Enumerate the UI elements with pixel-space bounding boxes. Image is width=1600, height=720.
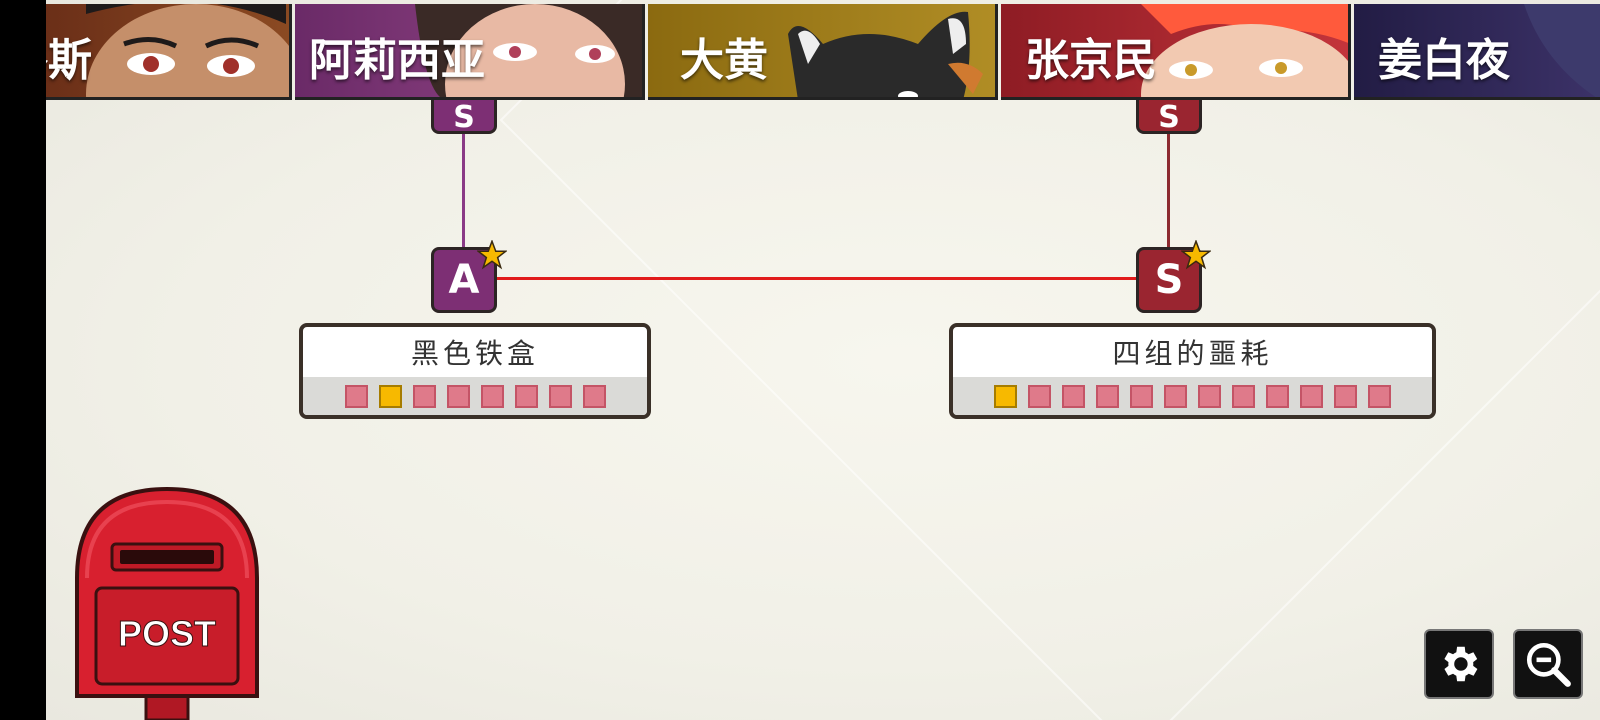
zoom-out-button[interactable] — [1513, 629, 1583, 699]
story-card-title: 四组的噩耗 — [1112, 337, 1273, 370]
progress-slot-empty — [1198, 384, 1221, 408]
star-icon — [1181, 240, 1211, 270]
progress-slots — [303, 377, 647, 415]
settings-button[interactable] — [1424, 629, 1494, 699]
progress-slot-empty — [1300, 384, 1323, 408]
character-name: 阿莉西亚 — [309, 35, 485, 86]
progress-slot-empty — [412, 384, 436, 408]
progress-slot-empty — [582, 384, 606, 408]
progress-slot-empty — [480, 384, 504, 408]
postbox-button[interactable]: POST — [72, 486, 262, 720]
progress-slot-empty — [548, 384, 572, 408]
progress-slot-filled — [994, 384, 1017, 408]
character-tab-alicia[interactable]: 阿莉西亚 — [295, 4, 645, 100]
progress-slot-empty — [1232, 384, 1255, 408]
progress-slot-empty — [1130, 384, 1153, 408]
progress-slot-empty — [1096, 384, 1119, 408]
progress-slot-filled — [378, 384, 402, 408]
progress-slot-empty — [1028, 384, 1051, 408]
character-tab-dahuang[interactable]: 大黄 — [648, 4, 998, 100]
progress-slot-empty — [1266, 384, 1289, 408]
edge-zhang — [1167, 128, 1170, 248]
postbox-label: POST — [118, 613, 216, 654]
progress-slots — [953, 377, 1432, 415]
grade-node-zhang-top[interactable]: S — [1136, 100, 1202, 134]
game-board: 洛斯 阿莉西亚 大黄 — [46, 0, 1600, 720]
story-card-bad-news[interactable]: 四组的噩耗 — [949, 323, 1436, 419]
character-name: 姜白夜 — [1378, 35, 1510, 86]
character-name: 大黄 — [680, 35, 768, 86]
progress-slot-empty — [344, 384, 368, 408]
edge-alicia — [462, 128, 465, 248]
character-tab-jiang[interactable]: 姜白夜 — [1354, 4, 1600, 100]
progress-slot-empty — [1062, 384, 1085, 408]
character-bar: 洛斯 阿莉西亚 大黄 — [46, 0, 1600, 102]
grade-node-alicia-top[interactable]: S — [431, 100, 497, 134]
progress-slot-empty — [1334, 384, 1357, 408]
zoom-out-icon — [1526, 642, 1571, 687]
edge-link — [496, 277, 1136, 280]
progress-slot-empty — [446, 384, 470, 408]
character-tab-luos[interactable]: 洛斯 — [46, 4, 292, 100]
star-icon — [477, 240, 507, 270]
character-tab-zhang[interactable]: 张京民 — [1001, 4, 1351, 100]
gear-icon — [1444, 646, 1478, 682]
story-card-title: 黑色铁盒 — [410, 337, 539, 370]
progress-slot-empty — [514, 384, 538, 408]
character-name: 张京民 — [1025, 35, 1157, 86]
progress-slot-empty — [1164, 384, 1187, 408]
character-name: 洛斯 — [46, 35, 92, 86]
progress-slot-empty — [1368, 384, 1391, 408]
story-card-black-iron-box[interactable]: 黑色铁盒 — [299, 323, 651, 419]
